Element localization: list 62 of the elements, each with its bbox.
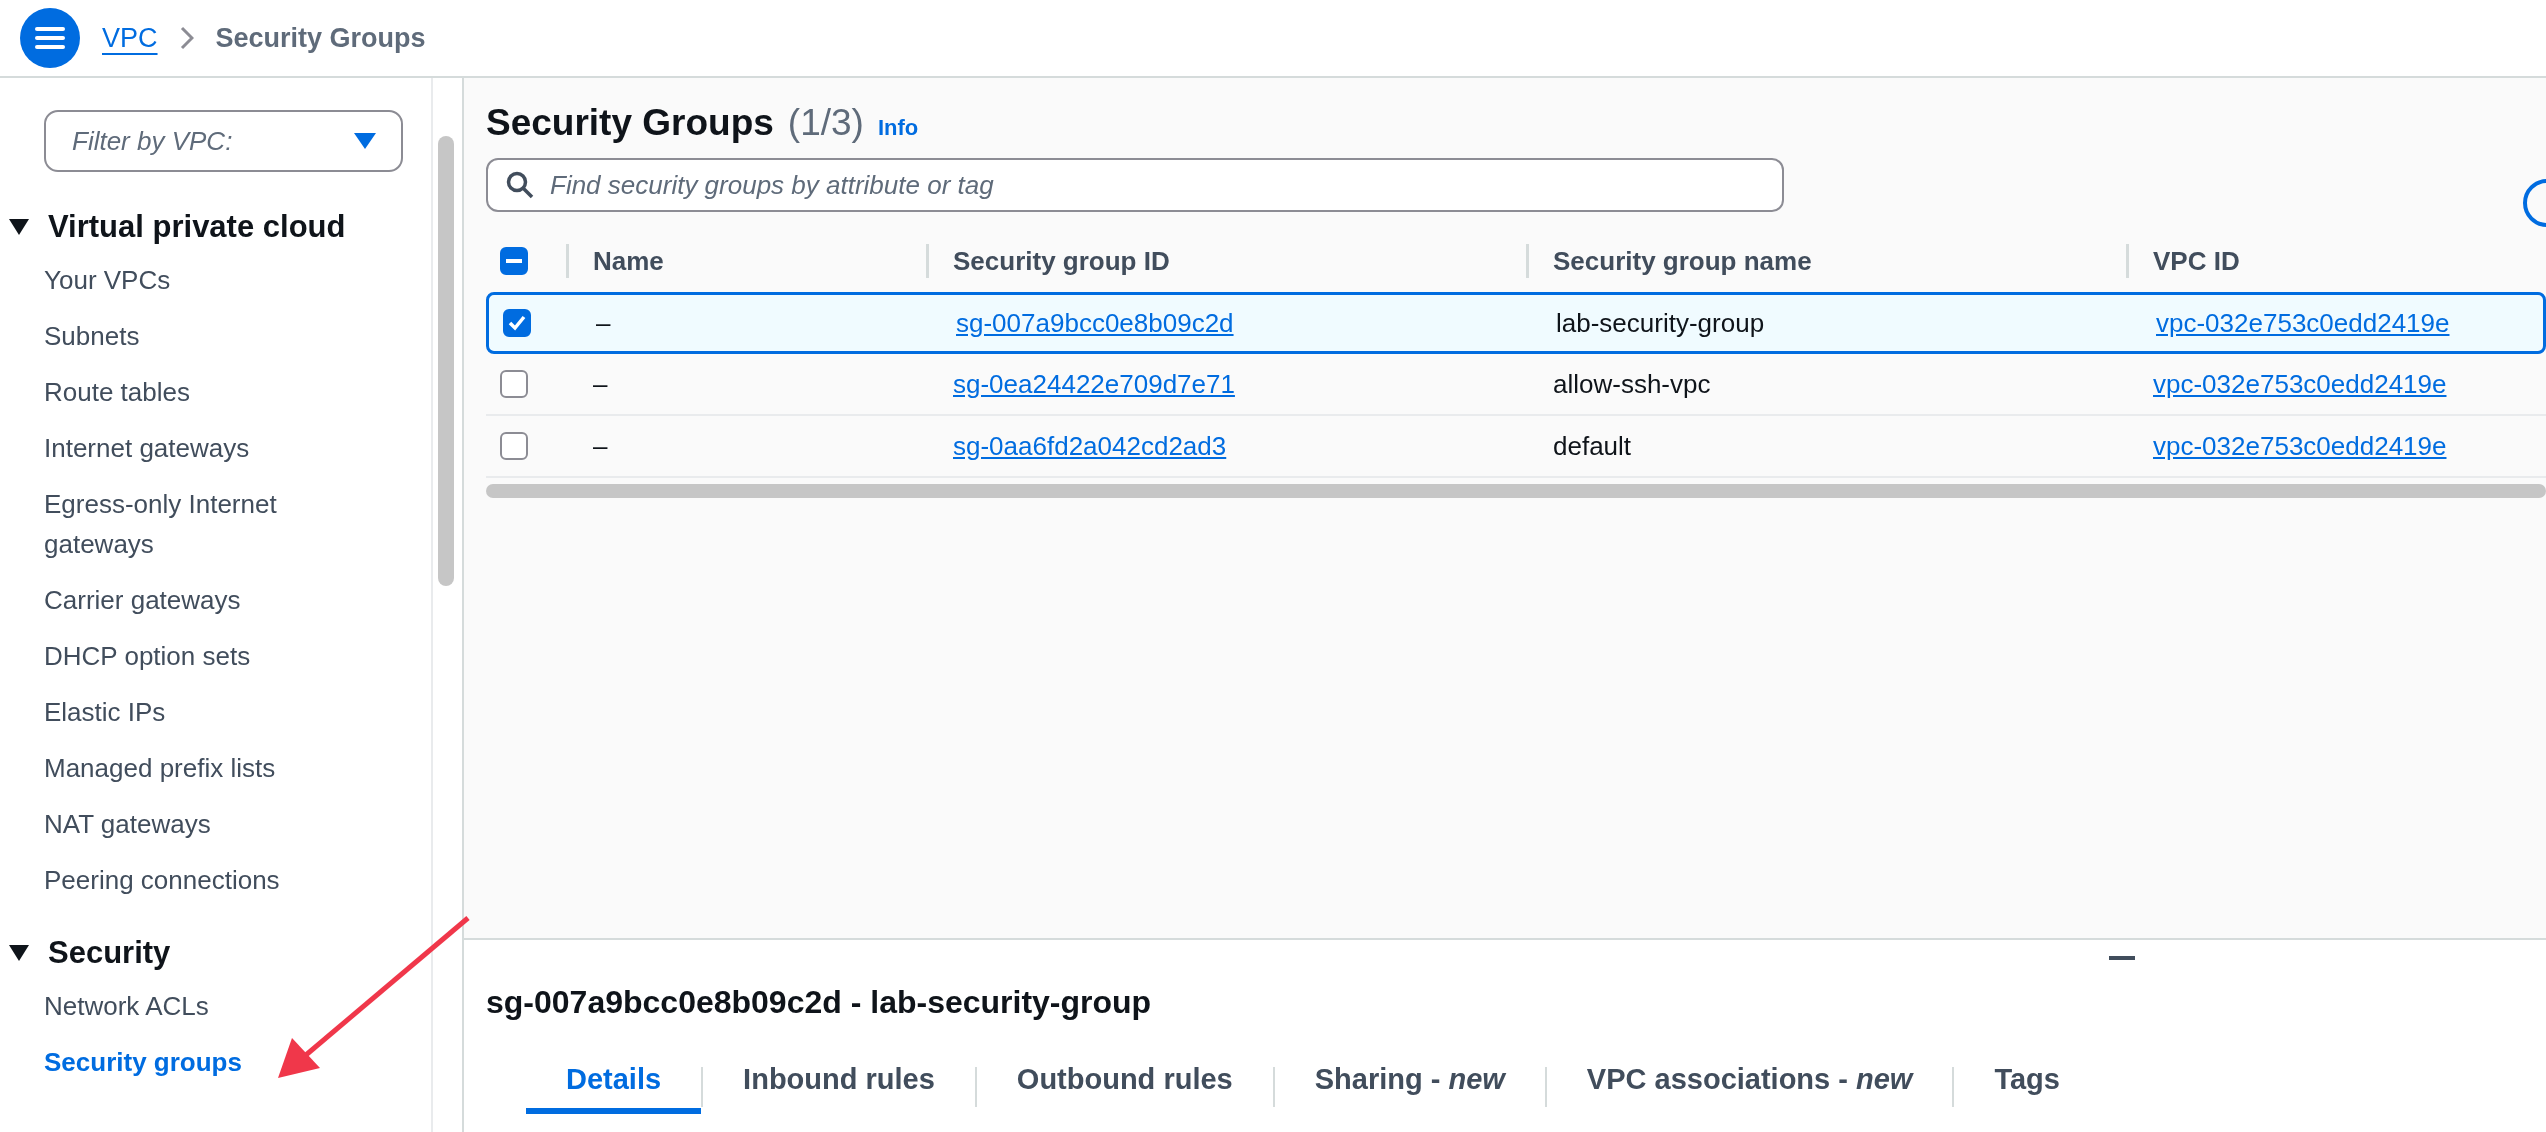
row-checkbox[interactable] bbox=[500, 370, 528, 398]
table-cell-text: default bbox=[1552, 430, 1633, 462]
tab[interactable]: Outbound rules bbox=[976, 1059, 1273, 1114]
tab[interactable]: Details bbox=[526, 1059, 702, 1114]
nav-link[interactable]: Security groups bbox=[44, 1034, 344, 1090]
dash-icon bbox=[506, 259, 522, 263]
caret-down-icon[interactable] bbox=[8, 944, 30, 962]
tab[interactable]: VPC associations - new bbox=[1546, 1059, 1953, 1114]
tab[interactable]: Sharing - new bbox=[1274, 1059, 1545, 1114]
group-id-link[interactable]: sg-0aa6fd2a042cd2ad3 bbox=[953, 430, 1227, 461]
horizontal-scrollbar[interactable] bbox=[486, 484, 2546, 498]
nav-link[interactable]: Your VPCs bbox=[44, 252, 344, 308]
checkmark-icon bbox=[507, 313, 527, 333]
table-row[interactable]: – sg-007a9bcc0e8b09c2d lab-security-group vpc-032e753c0edd2419e bbox=[486, 292, 2546, 354]
nav-link[interactable]: Peering connections bbox=[44, 852, 344, 908]
caret-down-icon[interactable] bbox=[8, 218, 30, 236]
vpc-id-link[interactable]: vpc-032e753c0edd2419e bbox=[2153, 368, 2447, 399]
table-row[interactable]: – sg-0aa6fd2a042cd2ad3 default vpc-032e753c0edd2419e bbox=[486, 416, 2546, 478]
breadcrumb-link[interactable]: VPC bbox=[102, 22, 158, 54]
column-header[interactable]: Name bbox=[566, 244, 926, 278]
table-cell-text: allow-ssh-vpc bbox=[1552, 368, 1712, 400]
nav-link[interactable]: Carrier gateways bbox=[44, 572, 344, 628]
row-checkbox[interactable] bbox=[500, 432, 528, 460]
search-field[interactable]: Find security groups by attribute or tag bbox=[486, 158, 1784, 212]
column-header[interactable]: Security group ID bbox=[926, 244, 1526, 278]
selection-count: (1/3) bbox=[787, 102, 864, 144]
table-cell-text: – bbox=[595, 307, 612, 339]
nav-link[interactable]: Subnets bbox=[44, 308, 344, 364]
vpc-filter-dropdown[interactable]: Filter by VPC: bbox=[44, 110, 403, 172]
info-link[interactable]: Info bbox=[877, 115, 919, 141]
table-cell-text: – bbox=[592, 368, 609, 400]
tab[interactable]: Inbound rules bbox=[703, 1059, 975, 1114]
tab[interactable]: Tags bbox=[1954, 1059, 2100, 1114]
table-cell-text: – bbox=[592, 430, 609, 462]
menu-button[interactable] bbox=[20, 8, 80, 68]
vpc-id-link[interactable]: vpc-032e753c0edd2419e bbox=[2156, 307, 2450, 338]
row-checkbox[interactable] bbox=[503, 309, 531, 337]
table-row[interactable]: – sg-0ea24422e709d7e71 allow-ssh-vpc vpc-032e753c0edd2419e bbox=[486, 354, 2546, 416]
caret-down-icon bbox=[352, 132, 377, 150]
nav-link[interactable]: Egress-only Internet gateways bbox=[44, 476, 344, 572]
select-all-checkbox[interactable] bbox=[500, 247, 528, 275]
nav-link[interactable]: Managed prefix lists bbox=[44, 740, 344, 796]
breadcrumb-current: Security Groups bbox=[215, 22, 426, 54]
section-heading: Virtual private cloud bbox=[48, 209, 346, 245]
section-heading: Security bbox=[48, 935, 171, 971]
group-id-link[interactable]: sg-007a9bcc0e8b09c2d bbox=[956, 307, 1234, 338]
nav-link[interactable]: Internet gateways bbox=[44, 420, 344, 476]
nav-link[interactable]: Network ACLs bbox=[44, 978, 344, 1034]
page-title: Security Groups bbox=[486, 102, 774, 144]
group-id-link[interactable]: sg-0ea24422e709d7e71 bbox=[953, 368, 1235, 399]
nav-link[interactable]: NAT gateways bbox=[44, 796, 344, 852]
column-header[interactable]: VPC ID bbox=[2126, 244, 2546, 278]
nav-link[interactable]: Route tables bbox=[44, 364, 344, 420]
column-header[interactable]: Security group name bbox=[1526, 244, 2126, 278]
table-cell-text: lab-security-group bbox=[1555, 307, 1766, 339]
vpc-id-link[interactable]: vpc-032e753c0edd2419e bbox=[2153, 430, 2447, 461]
chevron-right-icon bbox=[179, 26, 194, 50]
nav-link[interactable]: DHCP option sets bbox=[44, 628, 344, 684]
scrollbar-thumb[interactable] bbox=[437, 136, 454, 586]
menu-icon bbox=[35, 26, 65, 50]
details-title: sg-007a9bcc0e8b09c2d - lab-security-group bbox=[486, 984, 1153, 1021]
nav-link[interactable]: Elastic IPs bbox=[44, 684, 344, 740]
